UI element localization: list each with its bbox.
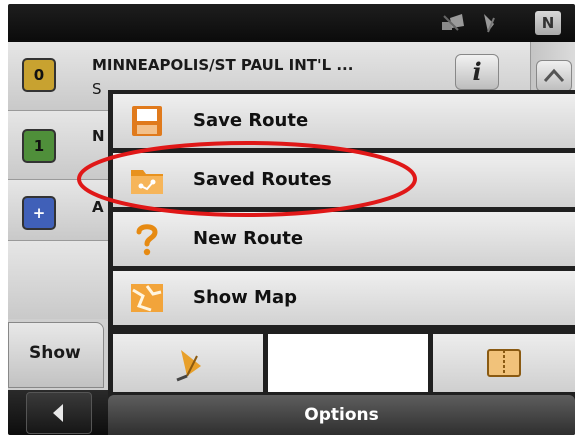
options-button[interactable]: Options bbox=[108, 395, 575, 435]
chevron-up-icon bbox=[543, 68, 565, 83]
menu-item-label: Saved Routes bbox=[193, 169, 332, 190]
route-number-badge: 1 bbox=[22, 129, 56, 163]
menu-item-label: Show Map bbox=[193, 287, 297, 308]
gps-signal-icon bbox=[440, 12, 466, 38]
list-item-title: A bbox=[92, 198, 104, 216]
show-button[interactable]: Show bbox=[8, 322, 104, 388]
satellite-icon bbox=[173, 346, 207, 386]
satellite-icon bbox=[480, 12, 498, 38]
saved-routes-button[interactable]: Saved Routes bbox=[113, 153, 575, 207]
show-map-button[interactable]: Show Map bbox=[113, 271, 575, 325]
show-button-label: Show bbox=[29, 343, 81, 363]
info-button[interactable]: i bbox=[455, 54, 499, 90]
back-arrow-icon bbox=[53, 404, 63, 422]
save-route-icon bbox=[129, 103, 165, 139]
new-route-button[interactable]: New Route bbox=[113, 212, 575, 266]
back-button[interactable] bbox=[26, 392, 92, 434]
notebook-tile-button[interactable] bbox=[433, 334, 575, 392]
device-screen: N 0 MINNEAPOLIS/ST PAUL INT'L ... S i 1 … bbox=[8, 4, 575, 435]
satellite-tile-button[interactable] bbox=[113, 334, 263, 392]
notebook-icon bbox=[485, 347, 523, 383]
list-item-subtitle: S bbox=[92, 80, 102, 98]
empty-tile bbox=[268, 334, 428, 392]
menu-item-label: New Route bbox=[193, 228, 304, 249]
save-route-button[interactable]: Save Route bbox=[113, 94, 575, 148]
options-menu: Save Route Saved Routes New Route Show M… bbox=[108, 90, 575, 435]
question-mark-icon bbox=[129, 221, 165, 257]
menu-item-label: Save Route bbox=[193, 110, 309, 131]
saved-routes-folder-icon bbox=[129, 162, 165, 198]
list-item-title: MINNEAPOLIS/ST PAUL INT'L ... bbox=[92, 56, 354, 74]
route-number-badge: 0 bbox=[22, 58, 56, 92]
status-bar: N bbox=[8, 4, 575, 42]
scroll-up-button[interactable] bbox=[536, 60, 572, 92]
map-icon bbox=[129, 280, 165, 316]
add-route-badge: + bbox=[22, 196, 56, 230]
compass-heading-badge[interactable]: N bbox=[535, 11, 561, 35]
list-item-title: N bbox=[92, 127, 105, 145]
